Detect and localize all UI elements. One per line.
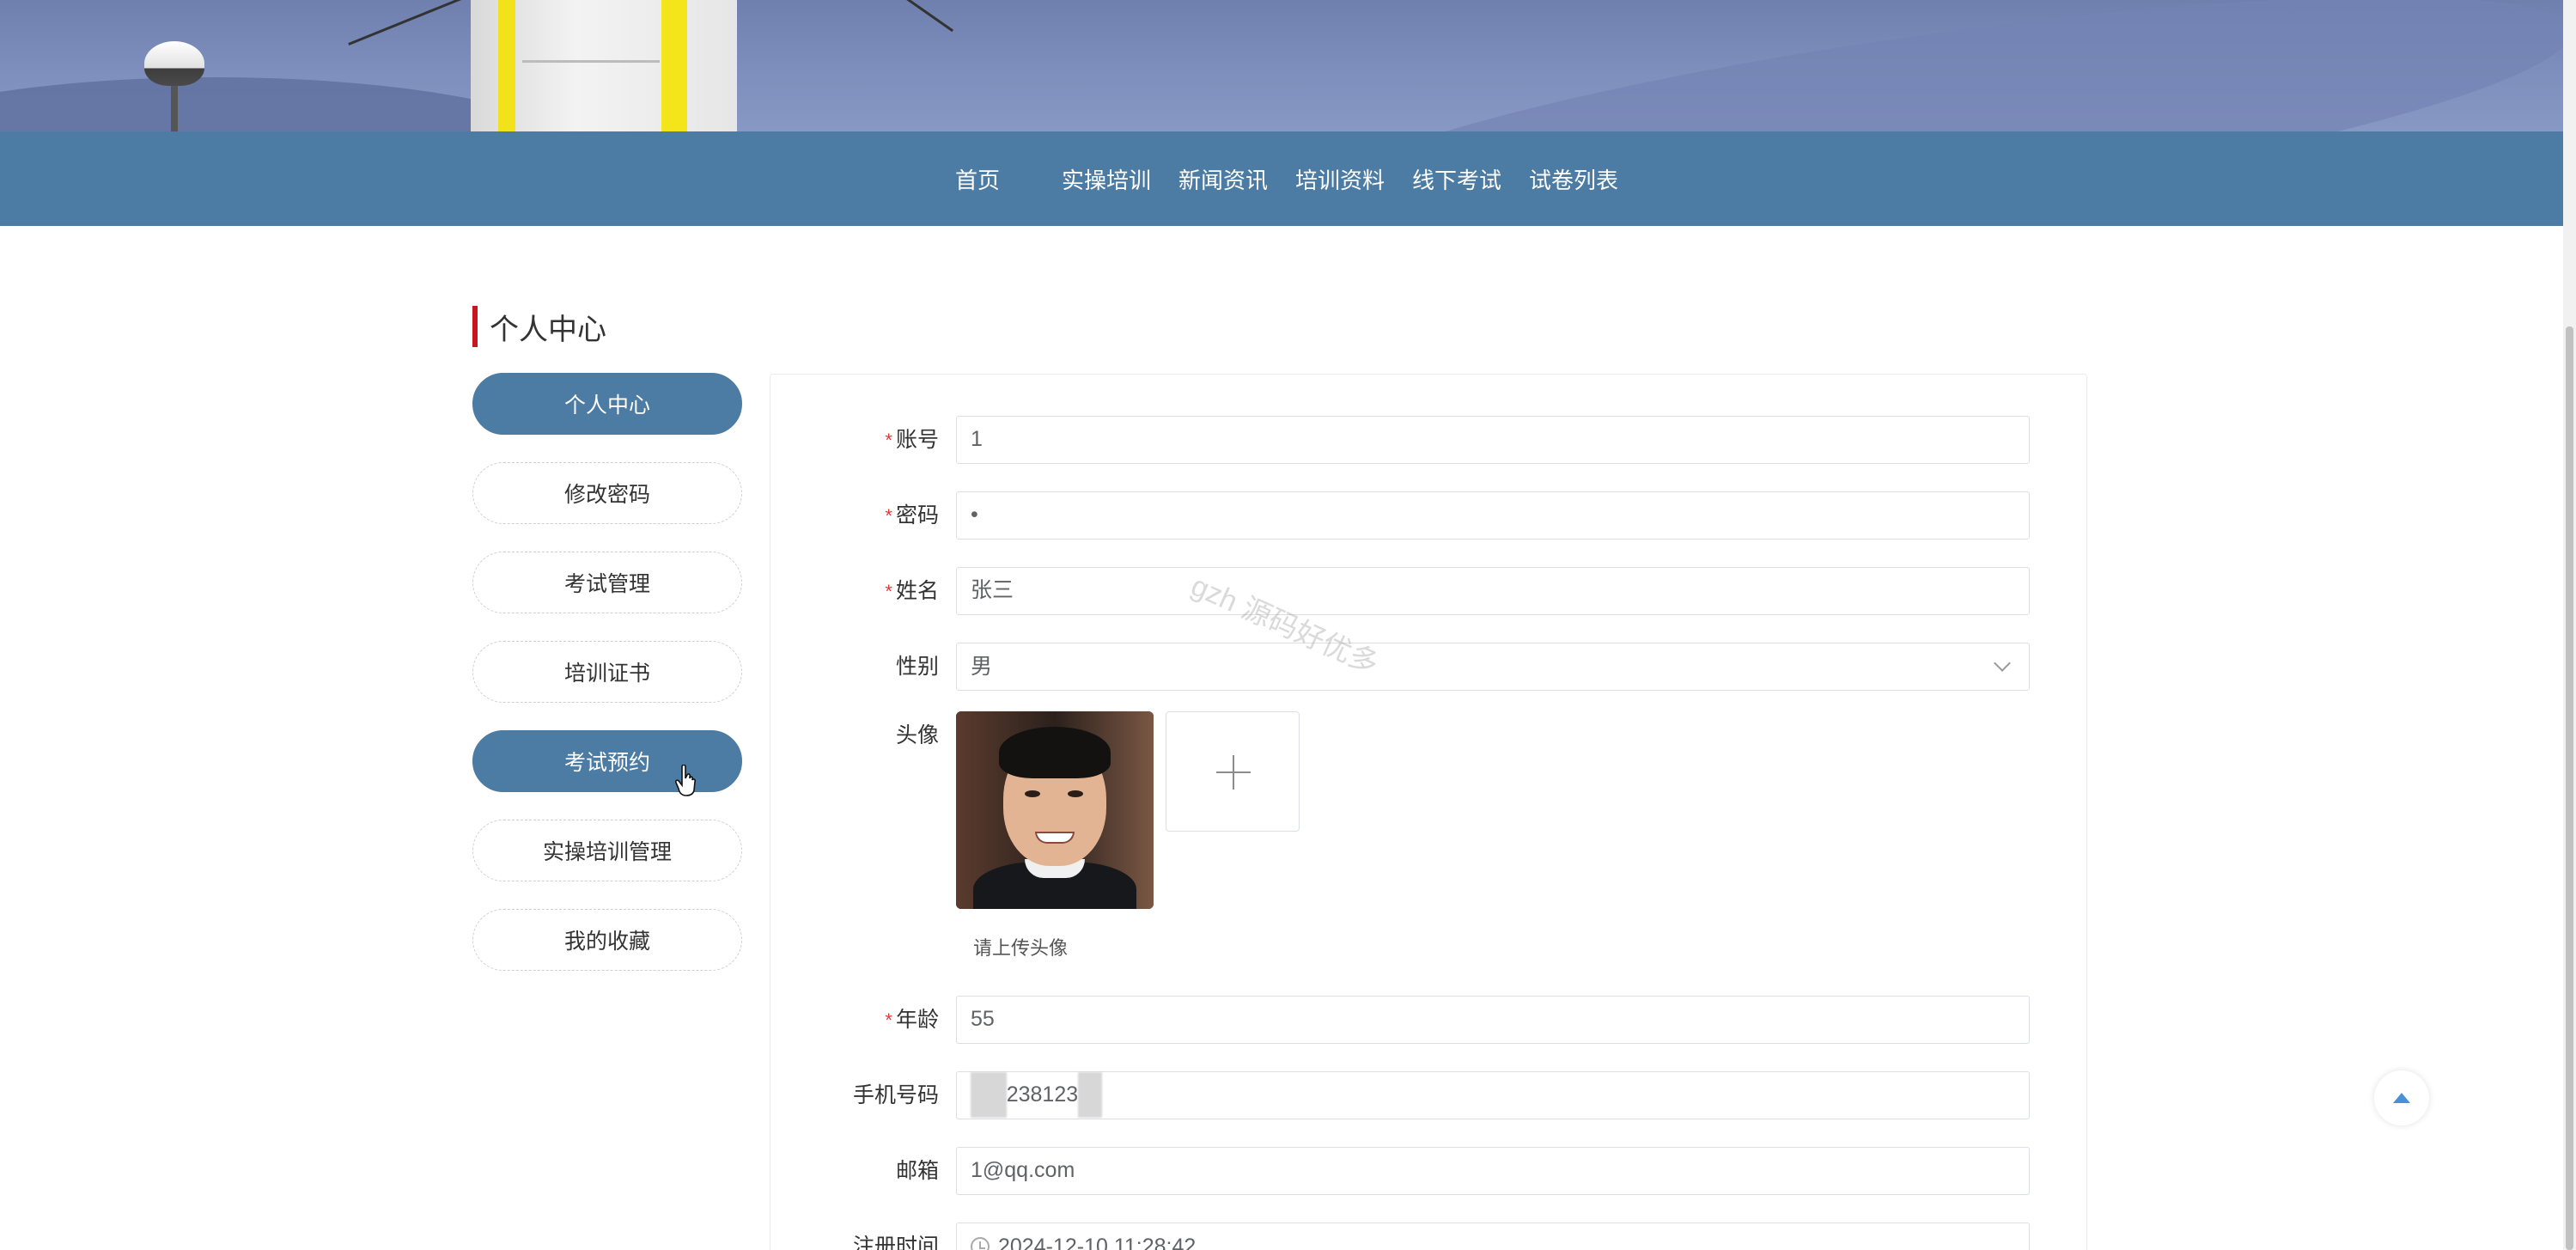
form-row-avatar: 头像: [770, 711, 2088, 909]
header-banner: [0, 0, 2563, 131]
side-menu: 个人中心 修改密码 考试管理 培训证书 考试预约 实操培训管理 我的收藏: [472, 373, 742, 998]
clock-icon: [971, 1237, 990, 1250]
password-input[interactable]: •: [956, 491, 2030, 540]
register-time-label: 注册时间: [852, 1235, 939, 1250]
gender-label: 性别: [895, 655, 939, 679]
upload-plus-button[interactable]: [1166, 711, 1300, 832]
avatar-label: 头像: [895, 723, 939, 747]
email-input[interactable]: 1@qq.com: [956, 1147, 2030, 1195]
register-time-input[interactable]: 2024-12-10 11:28:42: [956, 1223, 2030, 1250]
form-row-phone: 手机号码 00023812300: [770, 1071, 2088, 1119]
name-input[interactable]: 张三: [956, 567, 2030, 615]
banner-pole: [171, 86, 178, 131]
email-label: 邮箱: [895, 1159, 939, 1183]
banner-tower: [471, 0, 737, 131]
form-row-email: 邮箱 1@qq.com: [770, 1147, 2088, 1195]
nav-paper-list[interactable]: 试卷列表: [1515, 163, 1632, 195]
page-title-text: 个人中心: [490, 313, 606, 346]
side-item-exam-booking[interactable]: 考试预约: [472, 730, 742, 792]
avatar-upload-area: [956, 711, 1300, 909]
required-asterisk: *: [885, 581, 892, 602]
side-item-profile[interactable]: 个人中心: [472, 373, 742, 435]
nav-news[interactable]: 新闻资讯: [1165, 163, 1282, 195]
side-item-training-certificate[interactable]: 培训证书: [472, 641, 742, 703]
phone-value: 238123: [1006, 1082, 1079, 1107]
hand-cursor-icon: [675, 765, 696, 796]
form-row-password: * 密码 •: [770, 491, 2088, 540]
nav-offline-exam[interactable]: 线下考试: [1398, 163, 1515, 195]
side-item-change-password[interactable]: 修改密码: [472, 462, 742, 524]
phone-input[interactable]: 00023812300: [956, 1071, 2030, 1119]
banner-wire: [867, 0, 954, 33]
required-asterisk: *: [885, 1009, 892, 1031]
banner-antenna: [144, 41, 204, 86]
password-label-text: 密码: [895, 503, 939, 527]
required-asterisk: *: [885, 430, 892, 451]
phone-label: 手机号码: [852, 1083, 939, 1107]
age-label-text: 年龄: [895, 1008, 939, 1032]
name-label-text: 姓名: [895, 579, 939, 603]
chevron-down-icon: [1994, 655, 2011, 672]
gender-select[interactable]: 男: [956, 643, 2030, 691]
required-asterisk: *: [885, 505, 892, 527]
arrow-up-icon: [2393, 1093, 2410, 1103]
page-scrollbar[interactable]: [2563, 0, 2576, 1250]
name-label: * 姓名: [770, 567, 956, 616]
form-row-gender: 性别 男: [770, 643, 2088, 691]
side-item-exam-management[interactable]: 考试管理: [472, 552, 742, 613]
account-label-text: 账号: [895, 428, 939, 452]
nav-training-materials[interactable]: 培训资料: [1282, 163, 1398, 195]
nav-practical-training[interactable]: 实操培训: [1048, 163, 1165, 195]
form-row-age: * 年龄 55: [770, 996, 2088, 1045]
banner-wire: [348, 0, 477, 46]
account-input[interactable]: 1: [956, 416, 2030, 464]
side-item-practical-training-management[interactable]: 实操培训管理: [472, 820, 742, 881]
form-row-register-time: 注册时间 2024-12-10 11:28:42: [770, 1223, 2088, 1250]
avatar-image[interactable]: [956, 711, 1154, 909]
title-accent-bar: [472, 306, 478, 347]
phone-redacted-prefix: 000: [971, 1072, 1007, 1118]
register-time-value: 2024-12-10 11:28:42: [998, 1234, 1197, 1250]
form-row-account: * 账号 1: [770, 416, 2088, 465]
password-label: * 密码: [770, 491, 956, 540]
account-label: * 账号: [770, 416, 956, 465]
page-title: 个人中心: [472, 306, 606, 347]
form-row-name: * 姓名 张三: [770, 567, 2088, 616]
age-input[interactable]: 55: [956, 996, 2030, 1044]
banner-mountain: [1282, 0, 2563, 131]
back-to-top-button[interactable]: [2374, 1070, 2429, 1125]
scrollbar-thumb[interactable]: [2566, 326, 2573, 1250]
avatar-hint: 请上传头像: [973, 937, 1069, 959]
side-item-my-favorites[interactable]: 我的收藏: [472, 909, 742, 971]
age-label: * 年龄: [770, 996, 956, 1045]
main-nav: 首页 实操培训 新闻资讯 培训资料 线下考试 试卷列表: [0, 131, 2563, 226]
nav-home[interactable]: 首页: [941, 163, 1014, 195]
profile-form-panel: * 账号 1 * 密码 • * 姓名 张三 性别 男 头像 请上传头像 * 年龄…: [770, 374, 2087, 1250]
gender-select-value: 男: [971, 654, 993, 679]
phone-redacted-suffix: 00: [1078, 1072, 1102, 1118]
